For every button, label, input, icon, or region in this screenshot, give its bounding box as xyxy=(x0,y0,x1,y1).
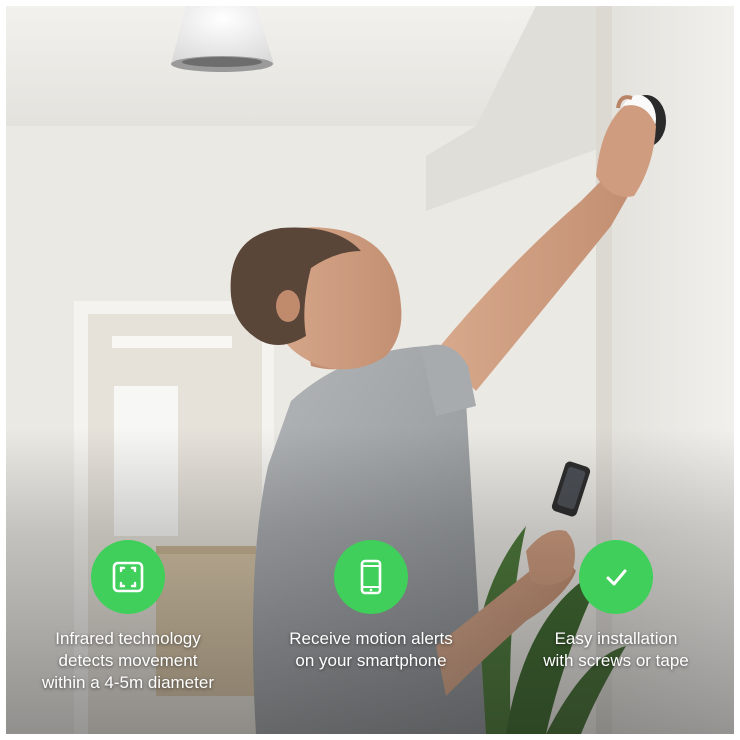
feature-motion-alerts: Receive motion alerts on your smartphone xyxy=(268,540,474,672)
caption-line: Easy installation xyxy=(554,629,678,648)
feature-infrared: Infrared technology detects movement wit… xyxy=(32,540,224,694)
feature-badge xyxy=(91,540,165,614)
feature-badge xyxy=(579,540,653,614)
caption-line: on your smartphone xyxy=(295,651,447,670)
caption-line: with screws or tape xyxy=(543,651,689,670)
product-image-frame: Infrared technology detects movement wit… xyxy=(6,6,734,734)
feature-easy-installation: Easy installation with screws or tape xyxy=(518,540,714,672)
feature-caption: Easy installation with screws or tape xyxy=(543,628,689,672)
feature-badge xyxy=(334,540,408,614)
scan-frame-icon xyxy=(112,561,144,593)
caption-line: Receive motion alerts xyxy=(289,629,453,648)
caption-line: Infrared technology xyxy=(55,629,201,648)
caption-line: detects movement xyxy=(58,651,198,670)
checkmark-icon xyxy=(606,569,627,586)
feature-caption: Receive motion alerts on your smartphone xyxy=(289,628,452,672)
caption-line: within a 4-5m diameter xyxy=(42,673,214,692)
feature-caption: Infrared technology detects movement wit… xyxy=(42,628,214,694)
smartphone-icon xyxy=(360,559,382,595)
